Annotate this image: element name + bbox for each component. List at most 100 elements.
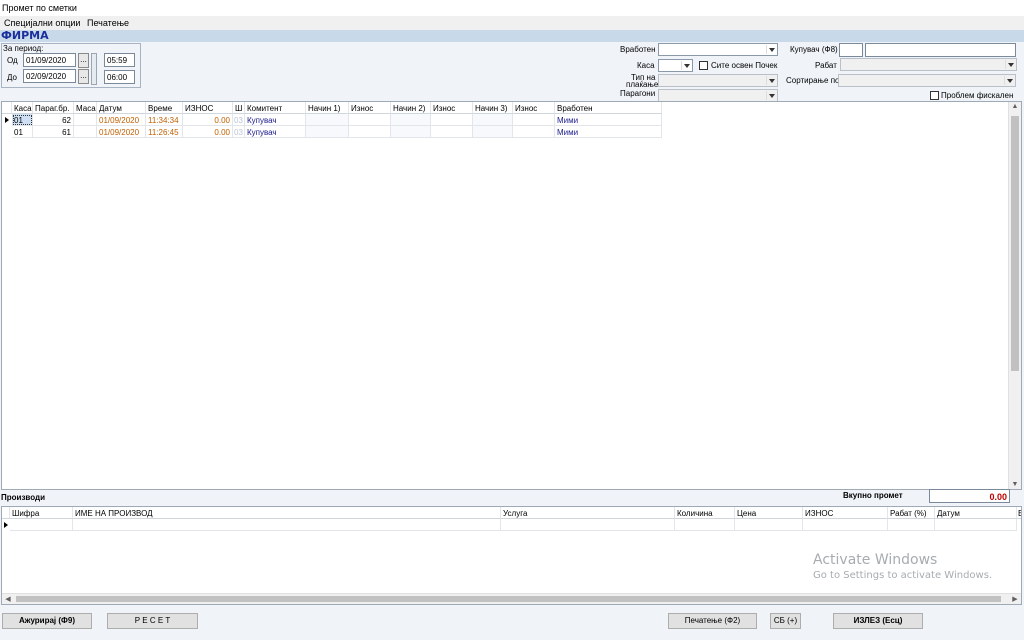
cell-discount[interactable] <box>888 519 935 531</box>
cell-quantity[interactable] <box>675 519 735 531</box>
cell-nacin2[interactable] <box>391 114 431 126</box>
sort-by-dropdown[interactable] <box>838 74 1016 87</box>
cell-datum[interactable]: 01/09/2020 <box>97 114 146 126</box>
column-header[interactable]: Начин 2) <box>391 102 431 114</box>
column-header[interactable]: Услуга <box>501 507 675 519</box>
cell-parag[interactable]: 62 <box>33 114 74 126</box>
scrollbar-thumb[interactable] <box>1011 116 1019 371</box>
cell-iznos3[interactable] <box>513 126 555 138</box>
scroll-left-icon[interactable]: ◀ <box>2 595 14 603</box>
column-header[interactable]: Параг.бр. <box>33 102 74 114</box>
cell-sh[interactable]: 03 <box>233 126 245 138</box>
cell-nacin2[interactable] <box>391 126 431 138</box>
scrollbar-thumb[interactable] <box>16 596 1001 602</box>
period-swap-handle[interactable] <box>91 53 97 85</box>
products-label: Производи <box>1 493 46 502</box>
cell-nacin3[interactable] <box>473 114 513 126</box>
cell-vraboten[interactable]: Мими <box>555 126 662 138</box>
column-header[interactable]: Шифра <box>10 507 73 519</box>
column-header[interactable]: В <box>1017 507 1021 519</box>
scroll-right-icon[interactable]: ▶ <box>1009 595 1021 603</box>
cash-register-dropdown[interactable] <box>658 59 693 72</box>
cell-nacin1[interactable] <box>306 114 349 126</box>
cell-vreme[interactable]: 11:34:34 <box>146 114 183 126</box>
cell-vreme[interactable]: 11:26:45 <box>146 126 183 138</box>
to-date-picker-button[interactable]: ... <box>78 69 89 84</box>
menu-special-options[interactable]: Специјални опции <box>4 18 80 28</box>
column-header[interactable]: Количина <box>675 507 735 519</box>
cell-nacin1[interactable] <box>306 126 349 138</box>
payment-type-dropdown[interactable] <box>658 74 778 87</box>
cell-nacin3[interactable] <box>473 126 513 138</box>
cell-service[interactable] <box>501 519 675 531</box>
cell-masa[interactable] <box>74 126 97 138</box>
cell-price[interactable] <box>735 519 803 531</box>
menu-printing[interactable]: Печатење <box>87 18 129 28</box>
from-date-input[interactable]: 01/09/2020 <box>23 53 76 67</box>
cell-iznos2[interactable] <box>431 126 473 138</box>
column-header[interactable]: Датум <box>97 102 146 114</box>
reset-button[interactable]: Р Е С Е Т <box>107 613 198 629</box>
customer-name-input[interactable] <box>865 43 1016 57</box>
cell-komitent[interactable]: Купувач <box>245 114 306 126</box>
update-button[interactable]: Ажурирај (Ф9) <box>2 613 92 629</box>
customer-code-input[interactable] <box>839 43 863 57</box>
column-header[interactable]: Маса <box>74 102 97 114</box>
cell-kasa[interactable]: 01 <box>12 114 33 126</box>
scroll-down-icon[interactable]: ▼ <box>1009 481 1021 488</box>
column-header[interactable]: Вработен <box>555 102 662 114</box>
cell-sh[interactable]: 03 <box>233 114 245 126</box>
column-header[interactable]: Начин 1) <box>306 102 349 114</box>
column-header[interactable]: Ш <box>233 102 245 114</box>
cell-iznos2[interactable] <box>431 114 473 126</box>
column-header[interactable]: ИЗНОС <box>183 102 233 114</box>
from-time-input[interactable]: 05:59 <box>104 53 135 67</box>
cell-iznos1[interactable] <box>349 114 391 126</box>
all-except-pochek-checkbox[interactable] <box>699 61 708 70</box>
cell-iznos1[interactable] <box>349 126 391 138</box>
employee-dropdown[interactable] <box>658 43 778 56</box>
column-header[interactable]: Датум <box>935 507 1017 519</box>
receipts-grid[interactable]: Каса Параг.бр. Маса Датум Време ИЗНОС Ш … <box>1 101 1022 490</box>
column-header[interactable]: Начин 3) <box>473 102 513 114</box>
sb-button[interactable]: СБ (+) <box>770 613 801 629</box>
total-turnover-label: Вкупно промет <box>843 491 903 500</box>
cell-product-name[interactable] <box>73 519 501 531</box>
cell-iznos[interactable]: 0.00 <box>183 114 233 126</box>
cell-masa[interactable] <box>74 114 97 126</box>
cell-amount[interactable] <box>803 519 888 531</box>
cell-komitent[interactable]: Купувач <box>245 126 306 138</box>
exit-button[interactable]: ИЗЛЕЗ (Есц) <box>833 613 923 629</box>
cell-iznos3[interactable] <box>513 114 555 126</box>
print-button[interactable]: Печатење (Ф2) <box>668 613 757 629</box>
cell-date[interactable] <box>935 519 1017 531</box>
column-header[interactable]: Износ <box>513 102 555 114</box>
total-turnover-value: 0.00 <box>929 489 1010 503</box>
column-header[interactable]: ИЗНОС <box>803 507 888 519</box>
to-date-input[interactable]: 02/09/2020 <box>23 69 76 83</box>
column-header[interactable]: Комитент <box>245 102 306 114</box>
column-header[interactable]: ИМЕ НА ПРОИЗВОД <box>73 507 501 519</box>
fiscal-problem-checkbox[interactable] <box>930 91 939 100</box>
cell-code[interactable] <box>10 519 73 531</box>
cash-register-label: Каса <box>637 61 655 70</box>
column-header[interactable]: Износ <box>349 102 391 114</box>
cell-iznos[interactable]: 0.00 <box>183 126 233 138</box>
products-horizontal-scrollbar[interactable]: ◀ ▶ <box>2 593 1021 604</box>
cell-vraboten[interactable]: Мими <box>555 114 662 126</box>
column-header[interactable]: Време <box>146 102 183 114</box>
column-header[interactable]: Рабат (%) <box>888 507 935 519</box>
column-header[interactable]: Каса <box>12 102 33 114</box>
cell-datum[interactable]: 01/09/2020 <box>97 126 146 138</box>
column-header[interactable]: Цена <box>735 507 803 519</box>
column-header[interactable]: Износ <box>431 102 473 114</box>
receipts-vertical-scrollbar[interactable]: ▲ ▼ <box>1008 102 1021 489</box>
sort-by-label: Сортирање по <box>786 76 840 85</box>
to-time-input[interactable]: 06:00 <box>104 70 135 84</box>
cell-kasa[interactable]: 01 <box>12 126 33 138</box>
scroll-up-icon[interactable]: ▲ <box>1009 103 1021 110</box>
cell-parag[interactable]: 61 <box>33 126 74 138</box>
from-date-picker-button[interactable]: ... <box>78 53 89 68</box>
discount-dropdown[interactable] <box>840 58 1017 71</box>
activation-watermark-title: Activate Windows <box>813 552 938 568</box>
